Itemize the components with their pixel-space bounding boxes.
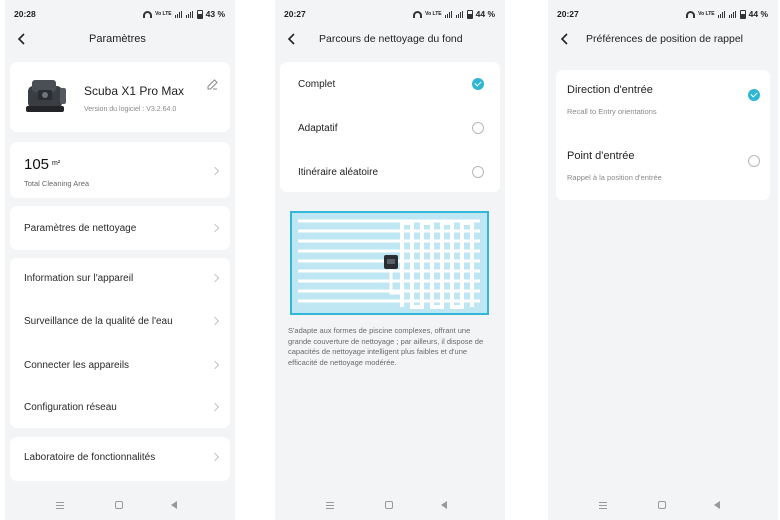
device-name: Scuba X1 Pro Max [84,84,185,98]
system-nav-bar [275,492,505,520]
menu-item-label: Connecter les appareils [24,360,130,371]
option-label: Point d'entrée [567,150,635,162]
menu-item-label: Configuration réseau [24,402,117,413]
nav-back-icon[interactable] [714,501,720,509]
battery-icon [739,9,746,19]
route-description: S'adapte aux formes de piscine complexes… [288,326,484,367]
nav-home-icon[interactable] [115,501,123,509]
menu-group: Information sur l'appareil Surveillance … [10,258,230,428]
nav-back-icon[interactable] [441,501,447,509]
cleaning-area-card[interactable]: 105 m² Total Cleaning Area [10,142,230,198]
chevron-right-icon [210,316,220,326]
wifi-icon [686,10,696,18]
radio-button [472,122,484,134]
option-label: Complet [298,79,336,90]
battery-level: 43 % [205,9,225,19]
header: Paramètres [5,28,235,52]
chevron-right-icon [210,223,220,233]
route-options-card: Complet Adaptatif Itinéraire aléatoire [280,62,500,192]
volte-indicator: Vo LTE [155,10,172,17]
menu-item-cleaning-settings[interactable]: Paramètres de nettoyage [10,206,230,250]
menu-item-label: Laboratoire de fonctionnalités [24,452,156,463]
radio-button [748,155,760,167]
signal-icon [185,10,194,18]
system-nav-bar [548,492,778,520]
edit-icon[interactable] [207,79,218,90]
status-time: 20:27 [284,9,306,19]
menu-item-label: Surveillance de la qualité de l'eau [24,316,173,327]
menu-item-label: Paramètres de nettoyage [24,223,137,234]
page-title: Paramètres [89,33,146,45]
area-value: 105 [24,156,50,173]
menu-item-network[interactable]: Configuration réseau [10,388,230,428]
settings-screen: 20:28 Vo LTE 43 % Paramètres Scuba X1 Pr… [5,0,235,520]
wifi-icon [413,10,423,18]
back-arrow-icon[interactable] [285,32,299,46]
option-adaptive[interactable]: Adaptatif [280,106,500,150]
chevron-right-icon [210,452,220,462]
option-complete[interactable]: Complet [280,62,500,106]
signal-icon [717,10,726,18]
option-label: Itinéraire aléatoire [298,167,379,178]
menu-item-water-quality[interactable]: Surveillance de la qualité de l'eau [10,302,230,344]
system-nav-bar [5,492,235,520]
chevron-right-icon [210,402,220,412]
menu-item-feature-lab[interactable]: Laboratoire de fonctionnalités [10,437,230,481]
status-bar: 20:27 Vo LTE 44 % [275,0,505,26]
header: Parcours de nettoyage du fond [275,28,505,52]
recall-position-screen: 20:27 Vo LTE 44 % Préférences de positio… [548,0,778,520]
volte-indicator: Vo LTE [425,10,442,17]
wifi-icon [143,10,153,18]
nav-home-icon[interactable] [385,501,393,509]
option-random[interactable]: Itinéraire aléatoire [280,150,500,192]
chevron-right-icon [210,360,220,370]
volte-indicator: Vo LTE [698,10,715,17]
page-title: Parcours de nettoyage du fond [319,33,463,45]
nav-back-icon[interactable] [171,501,177,509]
robot-icon [26,80,66,112]
battery-level: 44 % [475,9,495,19]
signal-icon [444,10,453,18]
chevron-right-icon [210,273,220,283]
status-bar: 20:28 Vo LTE 43 % [5,0,235,26]
option-entry-point[interactable]: Point d'entrée Rappel à la position d'en… [556,136,770,200]
chevron-right-icon [210,166,220,176]
option-sublabel: Rappel à la position d'entrée [567,173,662,182]
battery-icon [466,9,473,19]
bottom-cleaning-route-screen: 20:27 Vo LTE 44 % Parcours de nettoyage … [275,0,505,520]
signal-icon [174,10,183,18]
status-time: 20:28 [14,9,36,19]
status-time: 20:27 [557,9,579,19]
menu-item-label: Information sur l'appareil [24,273,134,284]
check-icon [472,78,484,90]
signal-icon [455,10,464,18]
battery-level: 44 % [748,9,768,19]
nav-home-icon[interactable] [658,501,666,509]
check-icon [748,89,760,101]
back-arrow-icon[interactable] [15,32,29,46]
menu-item-device-info[interactable]: Information sur l'appareil [10,258,230,300]
status-bar: 20:27 Vo LTE 44 % [548,0,778,26]
battery-icon [196,9,203,19]
nav-menu-icon[interactable] [599,502,607,509]
area-label: Total Cleaning Area [24,179,90,188]
header: Préférences de position de rappel [548,28,778,52]
signal-icon [728,10,737,18]
back-arrow-icon[interactable] [558,32,572,46]
option-label: Direction d'entrée [567,84,653,96]
software-version: Version du logiciel : V3.2.64.0 [84,106,177,113]
option-entry-direction[interactable]: Direction d'entrée Recall to Entry orien… [556,70,770,134]
option-sublabel: Recall to Entry orientations [567,107,657,116]
nav-menu-icon[interactable] [326,502,334,509]
option-label: Adaptatif [298,123,338,134]
area-unit: m² [52,160,61,167]
recall-options-card: Direction d'entrée Recall to Entry orien… [556,70,770,200]
nav-menu-icon[interactable] [56,502,64,509]
device-card[interactable]: Scuba X1 Pro Max Version du logiciel : V… [10,62,230,132]
radio-button [472,166,484,178]
page-title: Préférences de position de rappel [586,33,744,45]
menu-item-connect-devices[interactable]: Connecter les appareils [10,344,230,386]
pool-route-illustration [290,211,489,315]
